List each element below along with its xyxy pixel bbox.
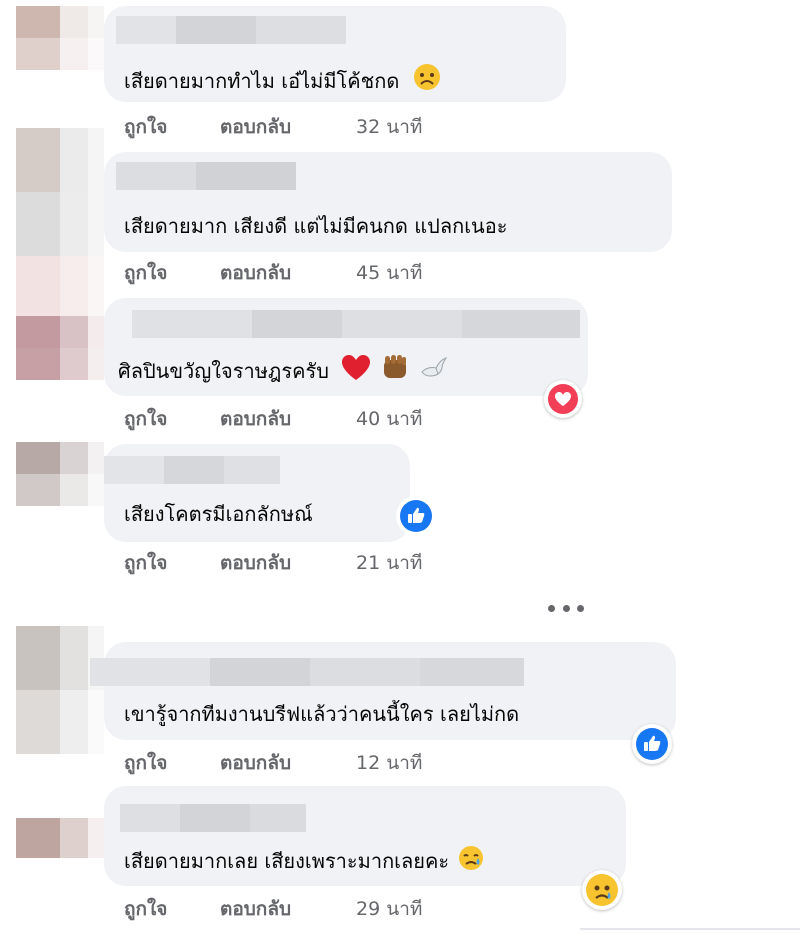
comment-text: เสียงโคตรมีเอกลักษณ์ xyxy=(124,502,313,526)
sad-tear-face-icon xyxy=(457,844,485,877)
timestamp[interactable]: 12 นาที xyxy=(356,748,422,778)
comment-bubble: ศิลปินขวัญใจราษฎรครับ xyxy=(104,298,588,396)
dove-icon xyxy=(418,352,448,387)
like-reaction-icon xyxy=(400,500,432,532)
more-options-icon[interactable] xyxy=(548,598,584,618)
comment-text: เสียดายมากทำไม เอ๋ไม่มีโค้ชกด xyxy=(124,62,442,97)
avatar[interactable] xyxy=(16,626,104,754)
reply-button[interactable]: ตอบกลับ xyxy=(220,748,356,778)
sad-face-icon xyxy=(412,62,442,97)
timestamp[interactable]: 32 นาที xyxy=(356,112,422,142)
author-name-blurred[interactable] xyxy=(90,658,524,686)
author-name-blurred[interactable] xyxy=(104,456,280,484)
avatar[interactable] xyxy=(16,316,104,380)
like-button[interactable]: ถูกใจ xyxy=(124,894,220,924)
author-name-blurred[interactable] xyxy=(116,162,296,190)
comment-bubble: เสียดายมาก เสียงดี แต่ไม่มีคนกด แปลกเนอะ xyxy=(104,152,672,252)
love-reaction-icon xyxy=(548,384,578,414)
reaction-like-badge[interactable] xyxy=(396,496,436,536)
like-button[interactable]: ถูกใจ xyxy=(124,112,220,142)
like-button[interactable]: ถูกใจ xyxy=(124,548,220,578)
raised-fist-icon xyxy=(380,352,410,387)
avatar[interactable] xyxy=(16,818,104,858)
avatar[interactable] xyxy=(16,442,104,506)
reaction-like-badge[interactable] xyxy=(632,724,672,764)
comment-bubble: เขารู้จากทีมงานบรีฟแล้วว่าคนนี้ใคร เลยไม… xyxy=(90,642,676,740)
comment-bubble: เสียงโคตรมีเอกลักษณ์ xyxy=(104,444,410,542)
like-button[interactable]: ถูกใจ xyxy=(124,748,220,778)
timestamp[interactable]: 40 นาที xyxy=(356,404,422,434)
timestamp[interactable]: 45 นาที xyxy=(356,258,422,288)
like-reaction-icon xyxy=(636,728,668,760)
comment-text: เขารู้จากทีมงานบรีฟแล้วว่าคนนี้ใคร เลยไม… xyxy=(124,702,520,726)
author-name-blurred[interactable] xyxy=(132,310,580,338)
reply-button[interactable]: ตอบกลับ xyxy=(220,258,356,288)
comment-text: เสียดายมาก เสียงดี แต่ไม่มีคนกด แปลกเนอะ xyxy=(124,214,508,238)
avatar[interactable] xyxy=(16,128,104,320)
divider xyxy=(580,928,800,930)
sad-reaction-icon xyxy=(586,874,618,906)
reply-button[interactable]: ตอบกลับ xyxy=(220,548,356,578)
reply-button[interactable]: ตอบกลับ xyxy=(220,894,356,924)
reaction-sad-badge[interactable] xyxy=(582,870,622,910)
like-button[interactable]: ถูกใจ xyxy=(124,258,220,288)
avatar[interactable] xyxy=(16,6,104,70)
reaction-love-badge[interactable] xyxy=(544,380,582,418)
reply-button[interactable]: ตอบกลับ xyxy=(220,404,356,434)
author-name-blurred[interactable] xyxy=(120,804,306,832)
timestamp[interactable]: 21 นาที xyxy=(356,548,422,578)
heart-icon xyxy=(341,354,371,387)
reply-button[interactable]: ตอบกลับ xyxy=(220,112,356,142)
comment-bubble: เสียดายมากเลย เสียงเพราะมากเลยคะ xyxy=(104,786,626,886)
comment-text: ศิลปินขวัญใจราษฎรครับ xyxy=(118,352,448,387)
author-name-blurred[interactable] xyxy=(116,16,346,44)
like-button[interactable]: ถูกใจ xyxy=(124,404,220,434)
comment-bubble: เสียดายมากทำไม เอ๋ไม่มีโค้ชกด xyxy=(104,6,566,102)
timestamp[interactable]: 29 นาที xyxy=(356,894,422,924)
comment-text: เสียดายมากเลย เสียงเพราะมากเลยคะ xyxy=(124,844,485,877)
